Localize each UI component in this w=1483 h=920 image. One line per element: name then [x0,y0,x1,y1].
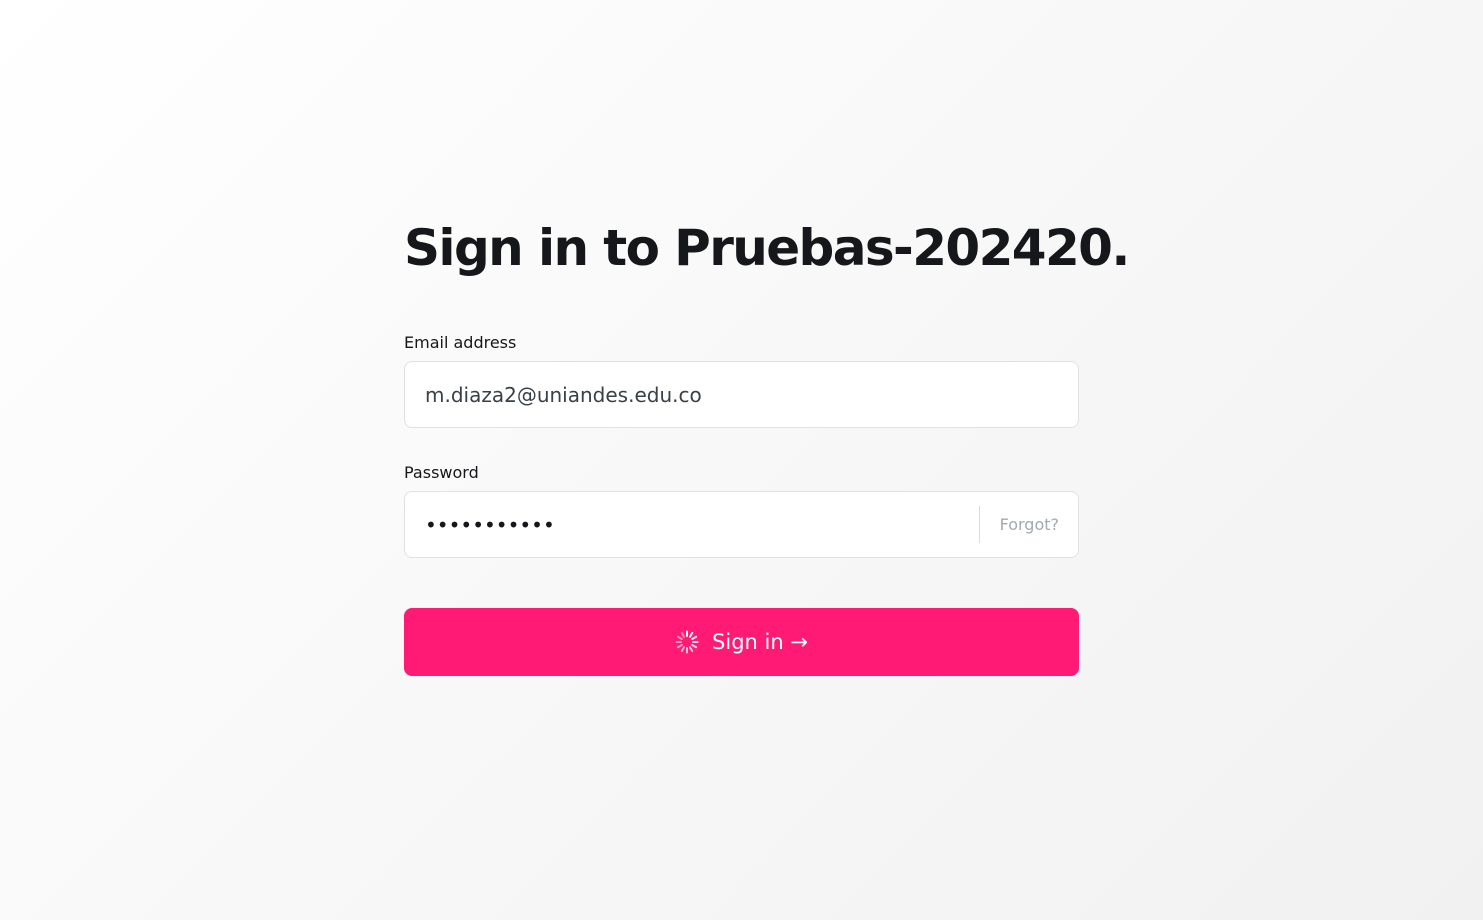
password-input[interactable]: ••••••••••• [405,492,979,557]
email-field-group: Email address m.diaza2@uniandes.edu.co [404,333,1079,428]
password-label: Password [404,463,479,482]
password-input-box[interactable]: ••••••••••• Forgot? [404,491,1079,558]
login-form: Sign in to Pruebas-202420. Email address… [404,212,1130,676]
page-title: Sign in to Pruebas-202420. [404,219,1130,277]
email-input[interactable]: m.diaza2@uniandes.edu.co [405,362,1078,427]
sign-in-button[interactable]: Sign in → [404,608,1079,676]
sign-in-label: Sign in → [712,630,808,654]
email-label: Email address [404,333,517,352]
loading-spinner-icon [675,630,699,654]
password-field-group: Password ••••••••••• Forgot? [404,463,1079,558]
forgot-password-link[interactable]: Forgot? [980,515,1078,534]
email-input-box[interactable]: m.diaza2@uniandes.edu.co [404,361,1079,428]
password-masked-value: ••••••••••• [425,512,555,537]
